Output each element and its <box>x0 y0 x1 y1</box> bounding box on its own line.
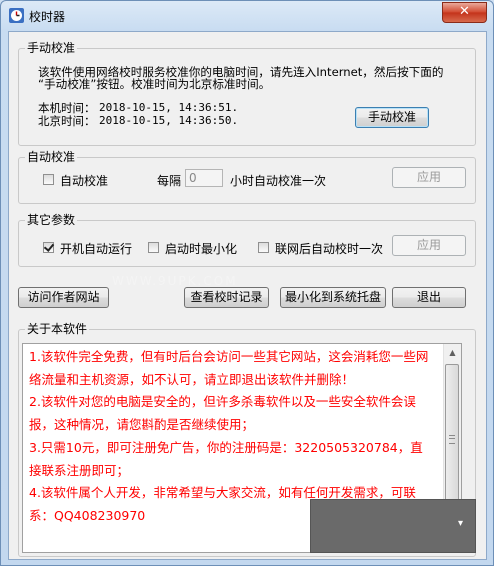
exit-button[interactable]: 退出 <box>392 287 466 308</box>
other-group-legend: 其它参数 <box>25 213 78 227</box>
interval-input[interactable]: 0 <box>185 169 223 187</box>
about-line: 3.只需10元，即可注册免广告，你的注册码是：3220505320784，直 <box>29 439 423 455</box>
watermark-text: WWW.9UPK.COM <box>112 274 238 288</box>
minimize-on-start-checkbox[interactable] <box>148 242 159 253</box>
interval-suffix-label: 小时自动校准一次 <box>230 174 327 188</box>
popup-dropdown-icon[interactable]: ▾ <box>458 518 463 529</box>
about-line: 1.该软件完全免费，但有时后台会访问一些其它网站，这会消耗您一些网 <box>29 349 429 364</box>
overlay-popup[interactable]: ▾ <box>310 499 476 553</box>
network-sync-label[interactable]: 联网后自动校时一次 <box>275 240 383 257</box>
network-sync-checkbox[interactable] <box>258 242 269 253</box>
window-title: 校时器 <box>29 10 66 24</box>
close-button[interactable]: ✕ <box>442 2 487 23</box>
minimize-on-start-label[interactable]: 启动时最小化 <box>165 240 237 257</box>
interval-every-label: 每隔 <box>157 174 182 188</box>
startup-checkbox[interactable] <box>43 242 54 253</box>
minimize-tray-button[interactable]: 最小化到系统托盘 <box>280 287 386 308</box>
manual-calibrate-button[interactable]: 手动校准 <box>355 107 429 128</box>
about-line: 2.该软件对您的电脑是安全的，但许多杀毒软件以及一些安全软件会误 <box>29 394 416 410</box>
other-apply-button[interactable]: 应用 <box>392 235 466 256</box>
app-window: 校时器 ✕ 手动校准 该软件使用网络校时服务校准你的电脑时间，请先连入Inter… <box>0 0 494 566</box>
auto-apply-button[interactable]: 应用 <box>392 167 466 188</box>
scroll-grip-icon <box>449 435 455 444</box>
auto-calibrate-checkbox[interactable] <box>43 174 54 185</box>
auto-group-legend: 自动校准 <box>25 150 78 164</box>
startup-label[interactable]: 开机自动运行 <box>60 240 132 257</box>
close-icon: ✕ <box>459 4 470 19</box>
manual-description-line2: “手动校准”按钮。校准时间为北京标准时间。 <box>38 77 271 91</box>
about-line: 接联系注册即可； <box>29 462 130 478</box>
manual-group: 手动校准 <box>18 41 476 146</box>
auto-calibrate-label[interactable]: 自动校准 <box>60 172 108 189</box>
clock-app-icon <box>9 8 24 23</box>
beijing-time-value: 2018-10-15, 14:36:50. <box>99 114 239 127</box>
scroll-up-button[interactable]: ▲ <box>445 345 460 361</box>
manual-group-legend: 手动校准 <box>25 41 78 55</box>
about-line: 报，这种情况，请您斟酌是否继续使用； <box>29 417 255 433</box>
local-time-value: 2018-10-15, 14:36:51. <box>99 101 239 114</box>
title-bar[interactable]: 校时器 ✕ <box>1 1 493 31</box>
scroll-thumb[interactable] <box>445 364 459 514</box>
about-group-legend: 关于本软件 <box>25 322 90 336</box>
visit-site-button[interactable]: 访问作者网站 <box>18 287 109 308</box>
view-log-button[interactable]: 查看校时记录 <box>184 287 269 308</box>
about-line: 络流量和主机资源，如不认可，请立即退出该软件并删除！ <box>29 371 355 387</box>
beijing-time-label: 北京时间： <box>38 114 96 128</box>
